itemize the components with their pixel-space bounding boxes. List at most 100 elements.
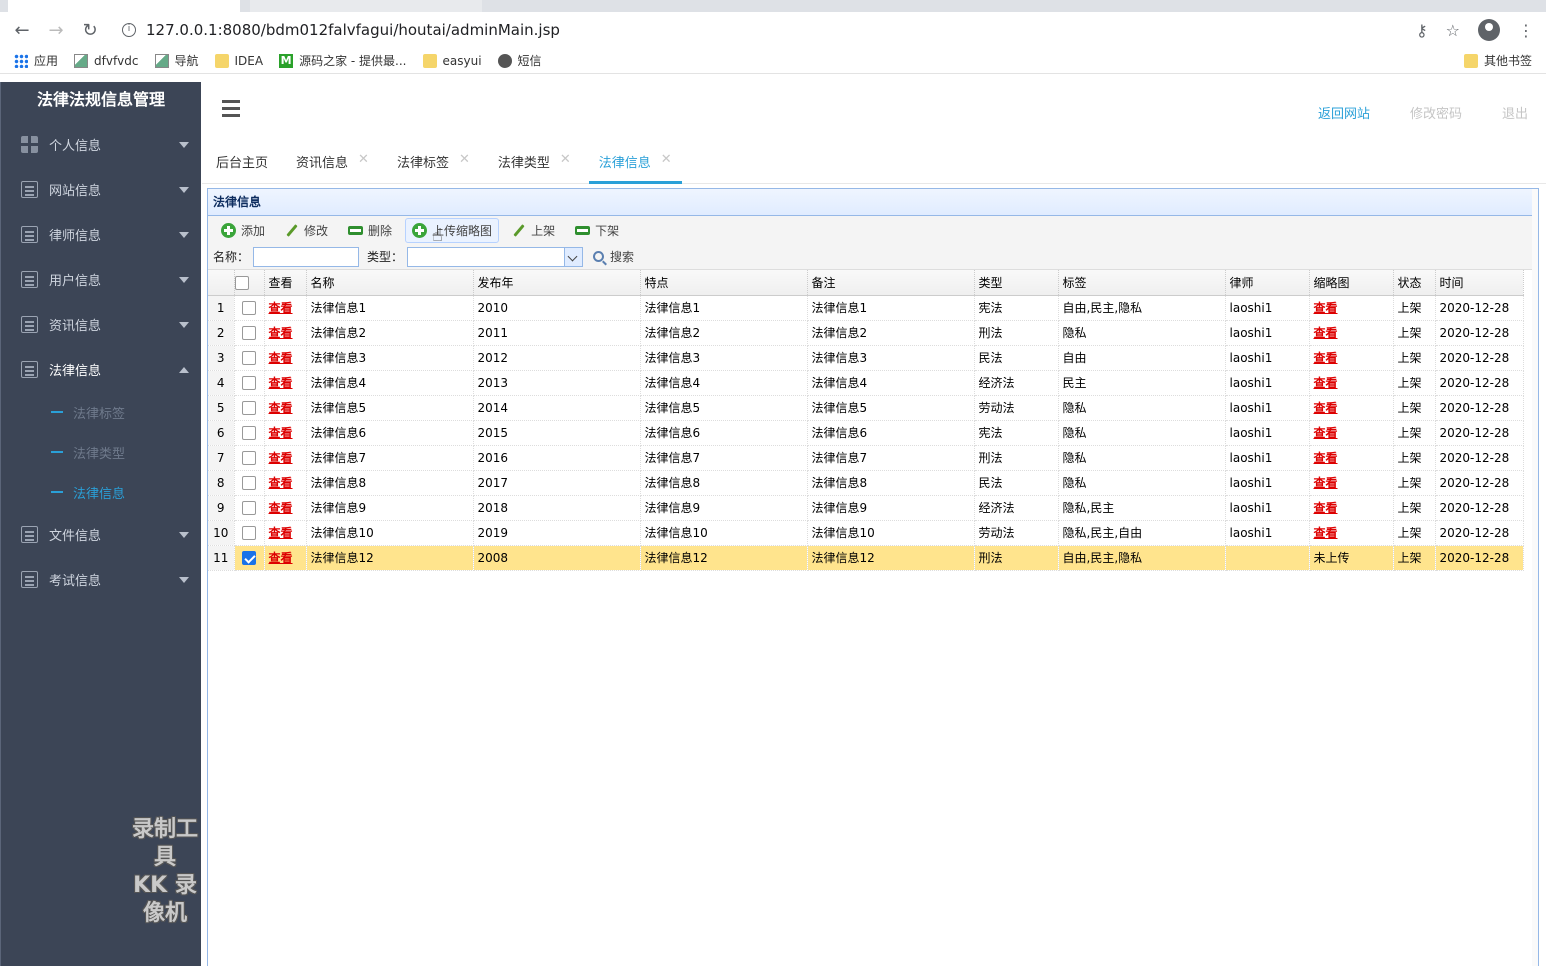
row-checkbox[interactable] (234, 420, 265, 446)
column-header[interactable]: 时间 (1435, 270, 1524, 296)
reload-icon[interactable]: ↻ (80, 20, 100, 41)
column-header[interactable]: 特点 (640, 270, 808, 296)
close-icon[interactable]: ✕ (661, 152, 672, 167)
bookmark-item[interactable]: IDEA (214, 53, 263, 68)
table-row[interactable]: 8 查看 法律信息8 2017 法律信息8 法律信息8 民法 隐私 laoshi1 查看 上架 202… (208, 470, 1524, 496)
column-header[interactable]: 类型 (974, 270, 1059, 296)
tab-home[interactable]: 后台主页 (206, 144, 278, 184)
close-icon[interactable]: ✕ (560, 152, 571, 167)
logout-link[interactable]: 退出 (1502, 103, 1528, 122)
bookmark-item[interactable]: 导航 (154, 52, 199, 69)
table-row[interactable]: 11 查看 法律信息12 2008 法律信息12 法律信息12 刑法 自由,民主,隐私 未上传上… (208, 545, 1524, 571)
bookmark-other[interactable]: 其他书签 (1463, 52, 1532, 69)
column-header[interactable]: 名称 (306, 270, 474, 296)
close-icon[interactable]: ✕ (459, 152, 470, 167)
scrollbar[interactable] (1532, 189, 1538, 966)
row-checkbox[interactable] (234, 495, 265, 521)
row-checkbox[interactable] (234, 320, 265, 346)
tab-law-info[interactable]: 法律信息 ✕ (588, 144, 682, 184)
row-checkbox[interactable] (234, 445, 265, 471)
sidebar-subitem-law-info[interactable]: 法律信息 (1, 472, 201, 512)
info-icon[interactable]: i (122, 23, 136, 37)
bookmark-item[interactable]: dfvfvdc (74, 53, 139, 68)
sidebar-item-news[interactable]: 资讯信息 (1, 302, 201, 347)
table-row[interactable]: 10 查看 法律信息10 2019 法律信息10 法律信息10 劳动法 隐私,民主,自由 lao… (208, 520, 1524, 546)
publish-button[interactable]: 上架 (505, 218, 562, 243)
row-checkbox[interactable] (234, 470, 265, 496)
close-icon[interactable]: ✕ (358, 152, 369, 167)
view-link[interactable]: 查看 (269, 476, 293, 490)
tab-news[interactable]: 资讯信息 ✕ (286, 144, 379, 184)
thumbnail-view-link[interactable]: 查看 (1314, 476, 1338, 490)
bookmark-apps[interactable]: 应用 (14, 52, 58, 69)
thumbnail-view-link[interactable]: 查看 (1314, 376, 1338, 390)
view-link[interactable]: 查看 (269, 351, 293, 365)
delete-button[interactable]: 删除 (341, 218, 399, 243)
bookmark-item[interactable]: easyui (422, 53, 482, 68)
browser-tab[interactable] (250, 0, 482, 12)
table-row[interactable]: 7 查看 法律信息7 2016 法律信息7 法律信息7 刑法 隐私 laoshi1 查看 上架 202… (208, 445, 1524, 471)
column-header[interactable]: 缩略图 (1309, 270, 1394, 296)
unpublish-button[interactable]: 下架 (568, 218, 626, 243)
row-checkbox[interactable] (234, 295, 265, 321)
tab-law-types[interactable]: 法律类型 ✕ (488, 144, 581, 184)
sidebar-item-files[interactable]: 文件信息 (1, 512, 201, 557)
column-header[interactable]: 查看 (264, 270, 307, 296)
table-row[interactable]: 1 查看 法律信息1 2010 法律信息1 法律信息1 宪法 自由,民主,隐私 laoshi1 查… (208, 295, 1524, 321)
row-checkbox[interactable] (234, 545, 265, 571)
back-to-site-link[interactable]: 返回网站 (1318, 103, 1370, 122)
sidebar-item-lawyer[interactable]: 律师信息 (1, 212, 201, 257)
menu-kebab-icon[interactable]: ⋮ (1518, 21, 1534, 40)
thumbnail-view-link[interactable]: 查看 (1314, 501, 1338, 515)
table-row[interactable]: 3 查看 法律信息3 2012 法律信息3 法律信息3 民法 自由 laoshi1 查看 上架 202… (208, 345, 1524, 371)
row-checkbox[interactable] (234, 370, 265, 396)
view-link[interactable]: 查看 (269, 376, 293, 390)
name-search-input[interactable] (253, 246, 360, 267)
view-link[interactable]: 查看 (269, 451, 293, 465)
column-header[interactable]: 标签 (1058, 270, 1226, 296)
thumbnail-view-link[interactable]: 查看 (1314, 326, 1338, 340)
thumbnail-view-link[interactable]: 查看 (1314, 426, 1338, 440)
browser-tab[interactable] (8, 0, 240, 12)
upload-thumbnail-button[interactable]: 上传缩略图 ☝ (405, 217, 500, 246)
column-header[interactable]: 发布年 (473, 270, 641, 296)
sidebar-item-user[interactable]: 用户信息 (1, 257, 201, 302)
sidebar-subitem-law-tags[interactable]: 法律标签 (1, 392, 201, 432)
edit-button[interactable]: 修改 (278, 218, 335, 243)
sidebar-item-law[interactable]: 法律信息 (1, 347, 201, 392)
thumbnail-view-link[interactable]: 查看 (1314, 526, 1338, 540)
column-header[interactable]: 备注 (807, 270, 975, 296)
table-row[interactable]: 2 查看 法律信息2 2011 法律信息2 法律信息2 刑法 隐私 laoshi1 查看 上架 202… (208, 320, 1524, 346)
bookmark-item[interactable]: M 源码之家 - 提供最... (279, 52, 407, 69)
row-checkbox[interactable] (234, 345, 265, 371)
sidebar-item-website[interactable]: 网站信息 (1, 167, 201, 212)
view-link[interactable]: 查看 (269, 426, 293, 440)
view-link[interactable]: 查看 (269, 401, 293, 415)
profile-avatar-icon[interactable] (1478, 19, 1500, 41)
sidebar-item-personal[interactable]: 个人信息 (1, 122, 201, 167)
thumbnail-view-link[interactable]: 查看 (1314, 301, 1338, 315)
tab-law-tags[interactable]: 法律标签 ✕ (387, 144, 480, 184)
table-row[interactable]: 4 查看 法律信息4 2013 法律信息4 法律信息4 经济法 民主 laoshi1 查看 上架 20… (208, 370, 1524, 396)
forward-icon[interactable]: → (46, 20, 66, 41)
search-button[interactable]: 搜索 (593, 248, 634, 265)
column-header[interactable]: 律师 (1225, 270, 1310, 296)
view-link[interactable]: 查看 (269, 526, 293, 540)
view-link[interactable]: 查看 (269, 301, 293, 315)
sidebar-item-exam[interactable]: 考试信息 (1, 557, 201, 602)
url-field[interactable]: i 127.0.0.1:8080/bdm012falvfagui/houtai/… (114, 16, 1402, 44)
table-row[interactable]: 9 查看 法律信息9 2018 法律信息9 法律信息9 经济法 隐私,民主 laoshi1 查看上… (208, 495, 1524, 521)
select-all-checkbox[interactable] (234, 270, 265, 296)
star-icon[interactable]: ☆ (1446, 21, 1460, 40)
row-checkbox[interactable] (234, 395, 265, 421)
column-header[interactable]: 状态 (1393, 270, 1436, 296)
thumbnail-view-link[interactable]: 查看 (1314, 401, 1338, 415)
sidebar-subitem-law-types[interactable]: 法律类型 (1, 432, 201, 472)
view-link[interactable]: 查看 (269, 326, 293, 340)
chevron-down-icon[interactable] (564, 247, 583, 266)
key-icon[interactable]: ⚷ (1416, 21, 1428, 40)
hamburger-icon[interactable] (222, 100, 240, 117)
view-link[interactable]: 查看 (269, 551, 293, 565)
add-button[interactable]: 添加 (214, 218, 272, 243)
back-icon[interactable]: ← (12, 20, 32, 41)
